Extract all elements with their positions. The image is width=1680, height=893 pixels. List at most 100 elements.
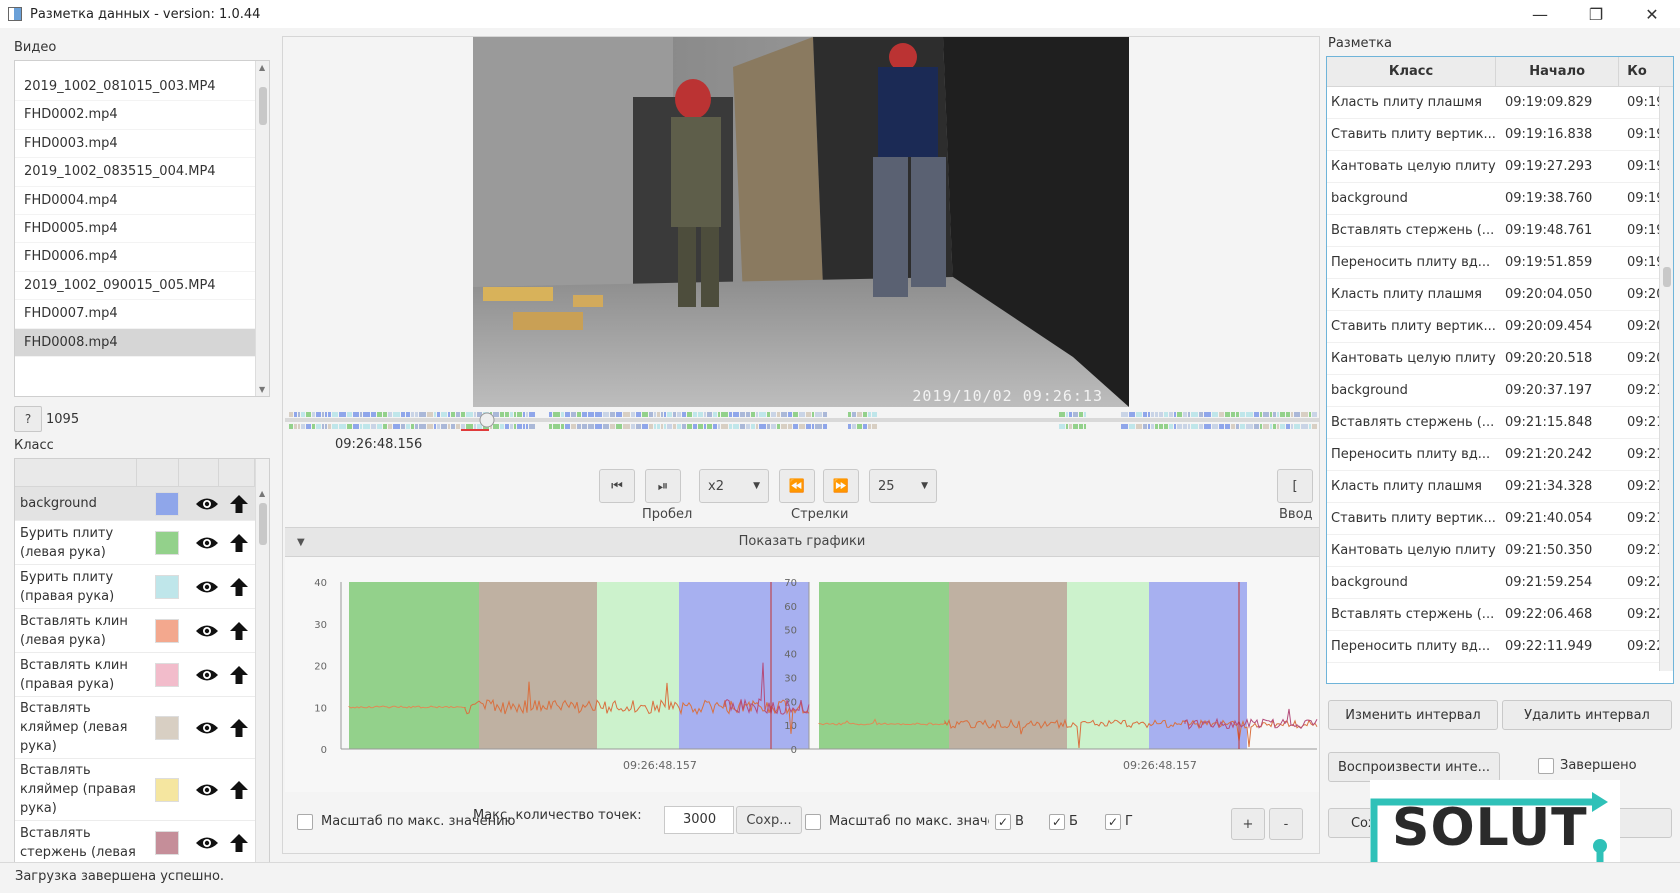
maximize-button[interactable]: ❐ (1568, 0, 1624, 28)
video-list-item[interactable]: FHD0005.mp4 (15, 215, 255, 244)
markup-row[interactable]: Класть плиту плашмя 09:21:34.328 09:21 (1327, 471, 1673, 503)
video-list-scrollbar[interactable]: ▲ ▼ (255, 61, 269, 396)
max-points-input[interactable]: 3000 (664, 806, 734, 834)
markup-row[interactable]: Переносить плиту вд... 09:19:51.859 09:19 (1327, 247, 1673, 279)
eye-icon[interactable] (193, 535, 221, 551)
class-color-swatch[interactable] (155, 491, 179, 516)
zoom-out-button[interactable]: - (1269, 808, 1303, 840)
arrow-up-icon[interactable] (225, 577, 253, 597)
video-list-item[interactable]: 2019_1002_083515_004.MP4 (15, 158, 255, 187)
class-row[interactable]: Вставлять кляймер (правая рука) (15, 759, 255, 821)
step-size-select[interactable]: 25 ▼ (869, 469, 937, 503)
timeline-track[interactable] (285, 409, 1319, 431)
video-list[interactable]: 2019_1002_081015_003.MP4 FHD0002.mp4 FHD00… (14, 60, 270, 397)
play-interval-button[interactable]: Воспроизвести инте... (1328, 752, 1500, 782)
markup-scrollbar[interactable] (1659, 87, 1673, 671)
markup-row[interactable]: Переносить плиту вд... 09:21:20.242 09:21 (1327, 439, 1673, 471)
scroll-thumb[interactable] (259, 503, 267, 545)
markup-row[interactable]: Переносить плиту вд... 09:22:11.949 09:22 (1327, 631, 1673, 663)
video-list-item[interactable]: 2019_1002_090015_005.MP4 (15, 272, 255, 301)
scroll-up-icon[interactable]: ▲ (259, 489, 265, 498)
video-list-item[interactable]: FHD0002.mp4 (15, 101, 255, 130)
arrow-up-icon[interactable] (225, 494, 253, 514)
scale-left-checkbox[interactable] (297, 814, 313, 830)
close-button[interactable]: ✕ (1624, 0, 1680, 28)
sensor-graphs[interactable]: 403020100706050403020100 (285, 557, 1319, 792)
eye-icon[interactable] (193, 496, 221, 512)
delete-interval-button[interactable]: Удалить интервал (1502, 700, 1672, 730)
to-start-button[interactable]: ⏮ (599, 469, 635, 503)
video-list-item[interactable]: FHD0003.mp4 (15, 130, 255, 159)
markup-row[interactable]: Вставлять стержень (... 09:19:48.761 09:19 (1327, 215, 1673, 247)
class-list[interactable]: background Бурить плиту (левая рука) Бурит… (14, 458, 270, 884)
col-start[interactable]: Начало (1496, 57, 1620, 86)
video-frame[interactable]: 2019/10/02 09:26:13 (473, 37, 1129, 407)
speed-select[interactable]: x2 ▼ (699, 469, 769, 503)
class-row[interactable]: Вставлять клин (левая рука) (15, 609, 255, 653)
channel-g-checkbox[interactable]: ✓ (1105, 814, 1121, 830)
scroll-up-icon[interactable]: ▲ (259, 63, 265, 72)
class-row[interactable]: Вставлять клин (правая рука) (15, 653, 255, 697)
eye-icon[interactable] (193, 782, 221, 798)
scroll-thumb[interactable] (259, 87, 267, 125)
markup-row[interactable]: background 09:20:37.197 09:21 (1327, 375, 1673, 407)
video-list-item[interactable]: FHD0008.mp4 (15, 328, 255, 357)
mark-bracket-button[interactable]: [ (1277, 469, 1313, 503)
markup-row[interactable]: Кантовать целую плиту 09:19:27.293 09:19 (1327, 151, 1673, 183)
step-back-button[interactable]: ⏪ (779, 469, 815, 503)
play-pause-button[interactable]: ⏯ (645, 469, 681, 503)
arrow-up-icon[interactable] (225, 533, 253, 553)
class-color-swatch[interactable] (155, 777, 179, 802)
arrow-up-icon[interactable] (225, 621, 253, 641)
zoom-in-button[interactable]: + (1231, 808, 1265, 840)
done-checkbox[interactable] (1538, 758, 1554, 774)
class-color-swatch[interactable] (155, 574, 179, 599)
change-interval-button[interactable]: Изменить интервал (1328, 700, 1498, 730)
eye-icon[interactable] (193, 579, 221, 595)
class-row[interactable]: Бурить плиту (правая рука) (15, 565, 255, 609)
markup-row[interactable]: Класть плиту плашмя 09:19:09.829 09:19 (1327, 87, 1673, 119)
class-row[interactable]: Бурить плиту (левая рука) (15, 521, 255, 565)
class-color-swatch[interactable] (155, 662, 179, 687)
markup-row[interactable]: Кантовать целую плиту 09:21:50.350 09:21 (1327, 535, 1673, 567)
arrow-up-icon[interactable] (225, 833, 253, 853)
arrow-up-icon[interactable] (225, 665, 253, 685)
eye-icon[interactable] (193, 623, 221, 639)
arrow-up-icon[interactable] (225, 780, 253, 800)
markup-table[interactable]: Класс Начало Ко Класть плиту плашмя 09:19… (1326, 56, 1674, 684)
video-list-item[interactable]: 2019_1002_081015_003.MP4 (15, 73, 255, 102)
help-button[interactable]: ? (14, 406, 42, 432)
class-color-swatch[interactable] (155, 830, 179, 855)
minimize-button[interactable]: — (1512, 0, 1568, 28)
video-list-item[interactable]: FHD0004.mp4 (15, 187, 255, 215)
class-row[interactable]: Вставлять стержень (левая (15, 821, 255, 865)
markup-row[interactable]: Кантовать целую плиту 09:20:20.518 09:20 (1327, 343, 1673, 375)
class-color-swatch[interactable] (155, 715, 179, 740)
step-forward-button[interactable]: ⏩ (823, 469, 859, 503)
col-end[interactable]: Ко (1619, 57, 1673, 86)
scale-right-checkbox[interactable] (805, 814, 821, 830)
video-list-item[interactable]: FHD0006.mp4 (15, 243, 255, 272)
timeline-thumb[interactable] (479, 412, 495, 428)
markup-row[interactable]: Вставлять стержень (... 09:22:06.468 09:22 (1327, 599, 1673, 631)
markup-row[interactable]: Вставлять стержень (... 09:21:15.848 09:21 (1327, 407, 1673, 439)
scroll-down-icon[interactable]: ▼ (259, 385, 265, 394)
eye-icon[interactable] (193, 720, 221, 736)
arrow-up-icon[interactable] (225, 718, 253, 738)
class-list-scrollbar[interactable]: ▲ ▼ (255, 459, 269, 883)
class-row[interactable]: Вставлять кляймер (левая рука) (15, 697, 255, 759)
markup-row[interactable]: Ставить плиту вертик... 09:20:09.454 09:20 (1327, 311, 1673, 343)
class-color-swatch[interactable] (155, 530, 179, 555)
graphs-toggle[interactable]: ▼ Показать графики (285, 527, 1319, 557)
channel-v-checkbox[interactable]: ✓ (995, 814, 1011, 830)
video-list-item[interactable]: FHD0007.mp4 (15, 300, 255, 329)
markup-row[interactable]: Ставить плиту вертик... 09:19:16.838 09:19 (1327, 119, 1673, 151)
class-color-swatch[interactable] (155, 618, 179, 643)
markup-row[interactable]: background 09:19:38.760 09:19 (1327, 183, 1673, 215)
eye-icon[interactable] (193, 835, 221, 851)
eye-icon[interactable] (193, 667, 221, 683)
save-points-button[interactable]: Сохр... (736, 806, 802, 834)
col-class[interactable]: Класс (1327, 57, 1496, 86)
markup-row[interactable]: Класть плиту плашмя 09:20:04.050 09:20 (1327, 279, 1673, 311)
markup-row[interactable]: background 09:21:59.254 09:22 (1327, 567, 1673, 599)
